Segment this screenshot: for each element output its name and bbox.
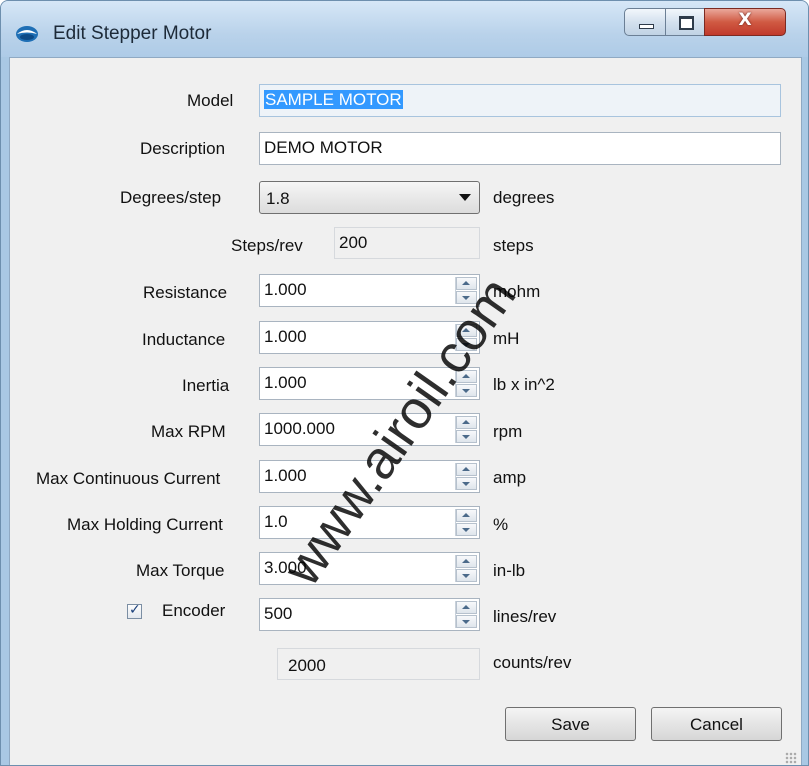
inductance-field[interactable]: 1.000 xyxy=(259,321,480,354)
window-title: Edit Stepper Motor xyxy=(53,23,212,44)
encoder-checkbox[interactable]: ✓ xyxy=(127,602,142,619)
torque-unit: in-lb xyxy=(493,561,526,580)
inertia-label: Inertia xyxy=(182,376,230,395)
max-torque-spinner xyxy=(455,555,477,582)
counts-field: 2000 xyxy=(277,648,480,680)
spin-down-icon[interactable] xyxy=(456,569,477,582)
inertia-field[interactable]: 1.000 xyxy=(259,367,480,400)
inductance-label: Inductance xyxy=(142,330,226,349)
rpm-unit: rpm xyxy=(493,422,523,441)
dialog-body: Model SAMPLE MOTOR Description DEMO MOTO… xyxy=(9,57,802,765)
degrees-step-label: Degrees/step xyxy=(120,188,222,207)
spin-up-icon[interactable] xyxy=(456,555,477,568)
inertia-spinner xyxy=(455,370,477,397)
max-rpm-value: 1000.000 xyxy=(264,419,335,438)
spin-up-icon[interactable] xyxy=(456,370,477,383)
max-continuous-current-label: Max Continuous Current xyxy=(36,469,221,488)
cancel-button[interactable]: Cancel xyxy=(651,707,782,741)
lines-rev-unit: lines/rev xyxy=(493,607,557,626)
spin-down-icon[interactable] xyxy=(456,477,477,490)
spin-up-icon[interactable] xyxy=(456,601,477,614)
resistance-field[interactable]: 1.000 xyxy=(259,274,480,307)
max-holding-current-value: 1.0 xyxy=(264,512,288,531)
spin-up-icon[interactable] xyxy=(456,509,477,522)
minimize-icon xyxy=(639,24,654,29)
spin-up-icon[interactable] xyxy=(456,277,477,290)
edit-stepper-motor-window: Edit Stepper Motor X Model SAMPLE MOTOR … xyxy=(0,0,809,766)
amp-unit: amp xyxy=(493,468,527,487)
encoder-label[interactable]: Encoder xyxy=(162,601,225,621)
max-holding-current-spinner xyxy=(455,509,477,536)
degrees-step-value: 1.8 xyxy=(266,189,290,208)
model-label: Model xyxy=(187,91,234,110)
resize-grip[interactable] xyxy=(785,752,797,764)
counts-rev-unit: counts/rev xyxy=(493,653,572,672)
app-icon xyxy=(16,26,38,42)
description-field[interactable]: DEMO MOTOR xyxy=(259,132,781,165)
max-torque-label: Max Torque xyxy=(136,561,225,580)
description-label: Description xyxy=(140,139,226,158)
spin-up-icon[interactable] xyxy=(456,463,477,476)
close-button[interactable]: X xyxy=(704,8,786,36)
resistance-value: 1.000 xyxy=(264,280,307,299)
inductance-unit: mH xyxy=(493,329,520,348)
degrees-unit: degrees xyxy=(493,188,555,207)
max-holding-current-field[interactable]: 1.0 xyxy=(259,506,480,539)
maximize-icon xyxy=(679,16,694,30)
save-button[interactable]: Save xyxy=(505,707,636,741)
encoder-spinner xyxy=(455,601,477,628)
max-torque-field[interactable]: 3.000 xyxy=(259,552,480,585)
spin-down-icon[interactable] xyxy=(456,291,477,304)
max-rpm-label: Max RPM xyxy=(151,422,226,441)
chevron-down-icon xyxy=(459,194,471,201)
title-bar[interactable]: Edit Stepper Motor X xyxy=(1,1,808,57)
checkmark-icon: ✓ xyxy=(129,602,141,618)
model-value: SAMPLE MOTOR xyxy=(264,90,403,109)
max-holding-current-label: Max Holding Current xyxy=(67,515,223,534)
spin-down-icon[interactable] xyxy=(456,384,477,397)
max-continuous-current-value: 1.000 xyxy=(264,466,307,485)
max-torque-value: 3.000 xyxy=(264,558,307,577)
steps-rev-field: 200 xyxy=(334,227,480,259)
max-rpm-spinner xyxy=(455,416,477,443)
encoder-value: 500 xyxy=(264,604,293,623)
maximize-button[interactable] xyxy=(665,8,705,36)
steps-rev-label: Steps/rev xyxy=(231,236,303,255)
inertia-unit: lb x in^2 xyxy=(493,375,555,394)
max-continuous-current-spinner xyxy=(455,463,477,490)
steps-unit: steps xyxy=(493,236,534,255)
spin-down-icon[interactable] xyxy=(456,523,477,536)
spin-down-icon[interactable] xyxy=(456,615,477,628)
spin-down-icon[interactable] xyxy=(456,430,477,443)
resistance-spinner xyxy=(455,277,477,304)
percent-unit: % xyxy=(493,515,509,534)
close-icon: X xyxy=(738,10,752,30)
spin-down-icon[interactable] xyxy=(456,338,477,351)
resistance-unit: mohm xyxy=(493,282,541,301)
spin-up-icon[interactable] xyxy=(456,324,477,337)
max-rpm-field[interactable]: 1000.000 xyxy=(259,413,480,446)
resistance-label: Resistance xyxy=(143,283,228,302)
inductance-value: 1.000 xyxy=(264,327,307,346)
inductance-spinner xyxy=(455,324,477,351)
degrees-step-select[interactable]: 1.8 xyxy=(259,181,480,214)
spin-up-icon[interactable] xyxy=(456,416,477,429)
encoder-field[interactable]: 500 xyxy=(259,598,480,631)
max-continuous-current-field[interactable]: 1.000 xyxy=(259,460,480,493)
minimize-button[interactable] xyxy=(624,8,666,36)
inertia-value: 1.000 xyxy=(264,373,307,392)
model-field[interactable]: SAMPLE MOTOR xyxy=(259,84,781,117)
